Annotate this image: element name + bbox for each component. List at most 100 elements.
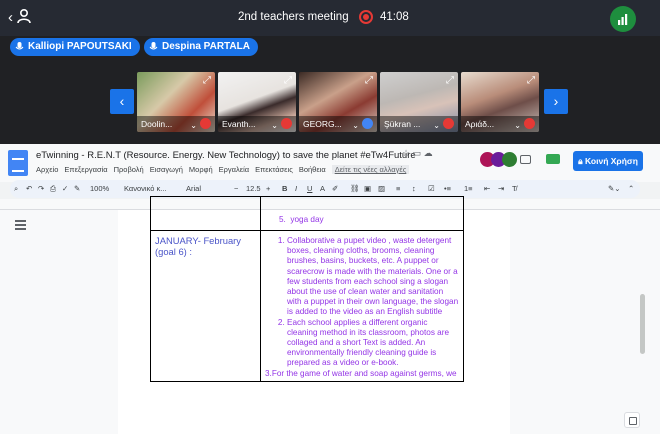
chevron-left-icon[interactable]: ‹ <box>8 9 13 26</box>
menu-view[interactable]: Προβολή <box>114 165 144 174</box>
chevron-down-icon[interactable]: ⌄ <box>352 121 359 130</box>
expand-icon[interactable]: ⤢ <box>284 75 292 86</box>
list-item: 5. yoga day <box>265 199 459 224</box>
connection-signal-button[interactable] <box>610 6 636 32</box>
chevron-up-icon[interactable]: ⌃ <box>628 184 634 193</box>
text-style-select[interactable]: Κανονικό κ... <box>124 184 167 193</box>
table-cell[interactable] <box>150 196 261 231</box>
document-page[interactable]: 5. yoga day JANUARY- February (goal 6) :… <box>118 196 510 434</box>
mic-off-icon <box>443 118 454 129</box>
menu-insert[interactable]: Εισαγωγή <box>150 165 183 174</box>
search-menus-icon[interactable]: ⌕ <box>14 184 18 194</box>
video-tile[interactable]: ⤢ Αριάδ... ⌄ <box>461 72 539 132</box>
video-tile[interactable]: ⤢ Doolin... ⌄ <box>137 72 215 132</box>
move-folder-icon[interactable]: ▭ <box>413 148 422 158</box>
highlight-icon[interactable]: ✐ <box>332 184 338 193</box>
video-tile[interactable]: ⤢ GEORG... ⌄ <box>299 72 377 132</box>
expand-icon[interactable]: ⤢ <box>446 75 454 86</box>
meet-present-icon[interactable] <box>546 154 560 164</box>
document-title[interactable]: eTwinning - R.E.N.T (Resource. Energy. N… <box>36 150 416 161</box>
expand-icon[interactable]: ⤢ <box>527 75 535 86</box>
microphone-icon <box>15 42 24 50</box>
expand-icon[interactable]: ⤢ <box>365 75 373 86</box>
microphone-icon <box>149 42 158 50</box>
italic-button[interactable]: I <box>295 184 297 193</box>
comment-icon[interactable]: ▣ <box>364 184 371 193</box>
decrease-indent-icon[interactable]: ⇤ <box>484 184 490 193</box>
decrease-size-button[interactable]: − <box>234 184 238 193</box>
list-item: Each school applies a different organic … <box>287 318 459 369</box>
undo-icon[interactable]: ↶ <box>26 184 32 193</box>
zoom-select[interactable]: 100% <box>90 184 109 193</box>
game-line: 3.For the game of water and soap against… <box>265 368 457 378</box>
next-page-button[interactable]: › <box>544 89 568 114</box>
checklist-icon[interactable]: ☑ <box>428 184 435 193</box>
clear-formatting-icon[interactable]: T̸ <box>512 184 517 193</box>
speaker-chip[interactable]: Kalliopi PAPOUTSAKI <box>10 38 140 56</box>
spellcheck-icon[interactable]: ✓ <box>62 184 68 193</box>
star-icon[interactable]: ☆ <box>402 148 410 158</box>
bulleted-list-icon[interactable]: •≡ <box>444 184 451 193</box>
align-icon[interactable]: ≡ <box>396 184 400 193</box>
previous-page-button[interactable]: ‹ <box>110 89 134 114</box>
speaker-name: Kalliopi PAPOUTSAKI <box>28 41 132 52</box>
menu-tools[interactable]: Εργαλεία <box>219 165 249 174</box>
docs-header: eTwinning - R.E.N.T (Resource. Energy. N… <box>0 144 660 182</box>
numbered-list-icon[interactable]: 1≡ <box>464 184 473 193</box>
period-cell[interactable]: JANUARY- February (goal 6) : <box>150 230 261 382</box>
list-item: Collaborative a pupet video , waste dete… <box>287 236 459 318</box>
avatar[interactable] <box>502 152 517 167</box>
list-item-text: yoga day <box>290 215 324 224</box>
redo-icon[interactable]: ↷ <box>38 184 44 193</box>
see-new-changes-link[interactable]: Δείτε τις νέες αλλαγές <box>331 165 410 174</box>
mic-off-icon <box>200 118 211 129</box>
chevron-down-icon[interactable]: ⌄ <box>190 121 197 130</box>
speaker-chip[interactable]: Despina PARTALA <box>144 38 258 56</box>
cloud-status-icon[interactable]: ☁ <box>424 148 433 158</box>
table-cell[interactable]: 5. yoga day <box>260 196 464 231</box>
comment-history-icon[interactable] <box>520 155 531 164</box>
speaker-name: Despina PARTALA <box>162 41 250 52</box>
recording-icon <box>359 10 373 24</box>
video-tile[interactable]: ⤢ Evanth... ⌄ <box>218 72 296 132</box>
expand-icon[interactable]: ⤢ <box>203 75 211 86</box>
insert-link-icon[interactable]: ⛓ <box>350 184 360 193</box>
docs-logo-icon[interactable] <box>8 150 28 176</box>
font-size-input[interactable]: 12.5 <box>246 184 261 193</box>
editing-mode-icon[interactable]: ✎⌄ <box>608 184 621 193</box>
participants-icon[interactable] <box>16 8 32 24</box>
mic-off-icon <box>281 118 292 129</box>
print-icon[interactable]: ⎙ <box>50 184 56 194</box>
line-spacing-icon[interactable]: ↕ <box>412 184 416 193</box>
increase-indent-icon[interactable]: ⇥ <box>498 184 504 193</box>
menu-bar: Αρχείο Επεξεργασία Προβολή Εισαγωγή Μορφή Εργ… <box>36 165 415 174</box>
image-icon[interactable]: ▨ <box>378 184 385 193</box>
underline-button[interactable]: U <box>307 184 312 193</box>
paint-format-icon[interactable]: ✎ <box>74 184 80 193</box>
activities-cell[interactable]: Collaborative a pupet video , waste dete… <box>260 230 464 382</box>
video-tile[interactable]: ⤢ Şükran ... ⌄ <box>380 72 458 132</box>
menu-file[interactable]: Αρχείο <box>36 165 58 174</box>
title-actions: ☆ ▭ ☁ <box>402 148 433 159</box>
bold-button[interactable]: B <box>282 184 287 193</box>
menu-edit[interactable]: Επεξεργασία <box>64 165 107 174</box>
mic-off-icon <box>524 118 535 129</box>
chevron-down-icon[interactable]: ⌄ <box>433 121 440 130</box>
text-color-button[interactable]: A <box>320 184 325 193</box>
menu-help[interactable]: Βοήθεια <box>299 165 326 174</box>
video-strip: ‹ ⤢ Doolin... ⌄ ⤢ Evanth... ⌄ ⤢ GEORG...… <box>0 66 660 138</box>
scrollbar[interactable] <box>640 294 645 354</box>
meeting-title: 2nd teachers meeting <box>238 11 349 23</box>
share-label: Κοινή Χρήση <box>584 156 638 166</box>
font-select[interactable]: Arial <box>186 184 201 193</box>
chevron-down-icon[interactable]: ⌄ <box>514 121 521 130</box>
menu-format[interactable]: Μορφή <box>189 165 213 174</box>
increase-size-button[interactable]: + <box>266 184 270 193</box>
share-button[interactable]: 🔒︎ Κοινή Χρήση <box>573 151 643 171</box>
explore-button[interactable] <box>624 412 640 428</box>
activities-list: Collaborative a pupet video , waste dete… <box>265 236 459 369</box>
menu-extensions[interactable]: Επεκτάσεις <box>255 165 293 174</box>
meeting-top-bar: ‹ 2nd teachers meeting 41:08 <box>0 0 660 36</box>
chevron-down-icon[interactable]: ⌄ <box>271 121 278 130</box>
document-outline-icon[interactable] <box>15 220 26 230</box>
